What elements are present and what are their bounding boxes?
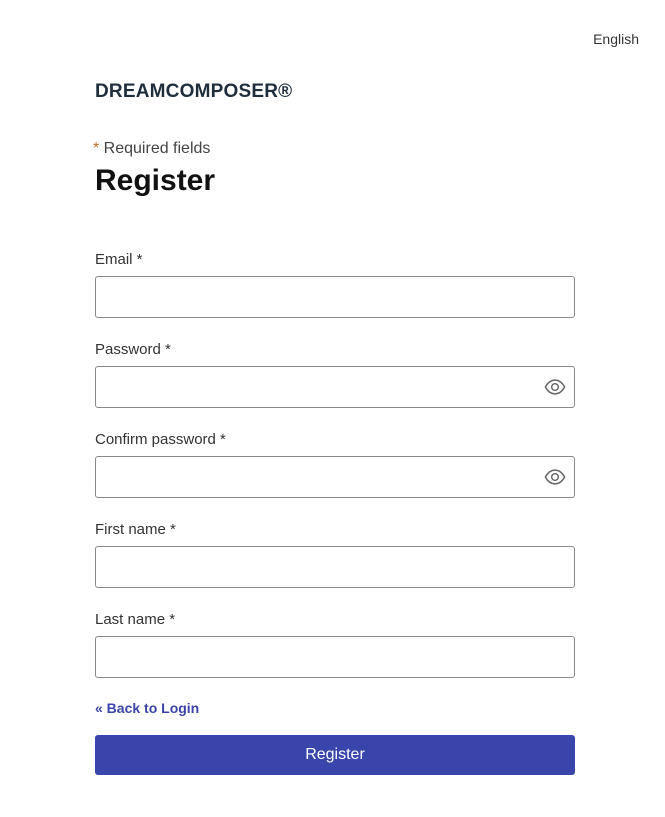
language-selector[interactable]: English <box>593 31 639 47</box>
password-field-group: Password * <box>95 340 575 408</box>
confirm-password-input[interactable] <box>95 456 575 498</box>
first-name-input-wrap <box>95 546 575 588</box>
register-form: Email * Password * Confirm password * Fi… <box>95 250 575 775</box>
confirm-password-label: Confirm password * <box>95 431 226 448</box>
brand-logo: DREAMCOMPOSER® <box>95 81 293 102</box>
first-name-field-group: First name * <box>95 520 575 588</box>
eye-icon[interactable] <box>544 466 566 488</box>
first-name-label: First name * <box>95 521 176 538</box>
email-input-wrap <box>95 276 575 318</box>
email-field-group: Email * <box>95 250 575 318</box>
eye-icon[interactable] <box>544 376 566 398</box>
last-name-field-group: Last name * <box>95 610 575 678</box>
confirm-password-field-group: Confirm password * <box>95 430 575 498</box>
email-label: Email * <box>95 251 143 268</box>
password-input-wrap <box>95 366 575 408</box>
first-name-input[interactable] <box>95 546 575 588</box>
email-input[interactable] <box>95 276 575 318</box>
register-panel: DREAMCOMPOSER® * Required fields Registe… <box>93 80 575 775</box>
last-name-label: Last name * <box>95 611 176 628</box>
last-name-input-wrap <box>95 636 575 678</box>
required-note-text: Required fields <box>99 140 211 157</box>
required-fields-note: * Required fields <box>93 138 575 160</box>
confirm-password-input-wrap <box>95 456 575 498</box>
register-button[interactable]: Register <box>95 735 575 775</box>
back-to-login-link[interactable]: « Back to Login <box>95 699 199 717</box>
password-input[interactable] <box>95 366 575 408</box>
last-name-input[interactable] <box>95 636 575 678</box>
page-title: Register <box>95 164 216 197</box>
password-label: Password * <box>95 341 171 358</box>
